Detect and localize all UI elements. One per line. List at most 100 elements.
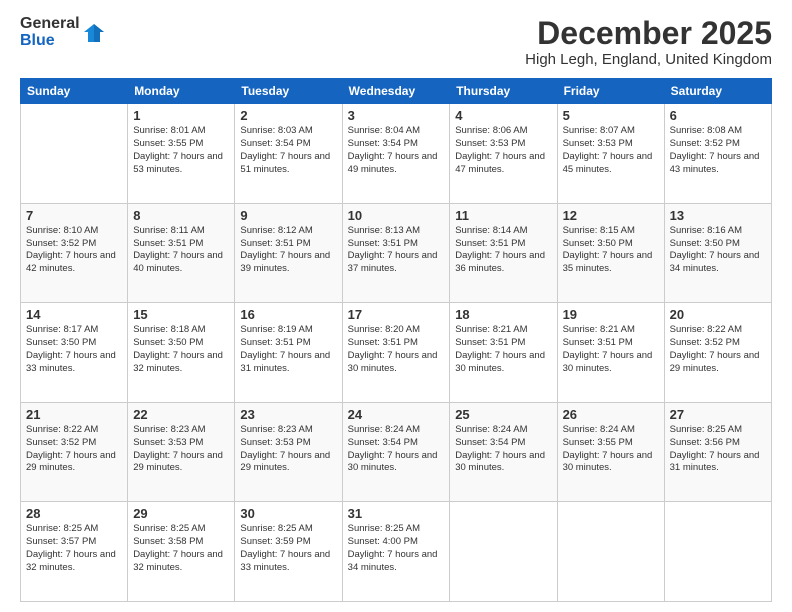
cell-info: Sunrise: 8:10 AMSunset: 3:52 PMDaylight:… — [26, 225, 116, 274]
calendar-cell: 28 Sunrise: 8:25 AMSunset: 3:57 PMDayligh… — [21, 502, 128, 602]
header-friday: Friday — [557, 79, 664, 104]
calendar-cell: 23 Sunrise: 8:23 AMSunset: 3:53 PMDayligh… — [235, 402, 342, 502]
cell-info: Sunrise: 8:06 AMSunset: 3:53 PMDaylight:… — [455, 125, 545, 174]
calendar-cell: 22 Sunrise: 8:23 AMSunset: 3:53 PMDayligh… — [128, 402, 235, 502]
cell-info: Sunrise: 8:01 AMSunset: 3:55 PMDaylight:… — [133, 125, 223, 174]
calendar-cell: 7 Sunrise: 8:10 AMSunset: 3:52 PMDaylight… — [21, 203, 128, 303]
cell-info: Sunrise: 8:08 AMSunset: 3:52 PMDaylight:… — [670, 125, 760, 174]
day-number: 11 — [455, 208, 551, 223]
day-number: 14 — [26, 307, 122, 322]
calendar-table: Sunday Monday Tuesday Wednesday Thursday… — [20, 78, 772, 602]
day-number: 30 — [240, 506, 336, 521]
calendar-cell: 3Sunrise: 8:04 AMSunset: 3:54 PMDaylight… — [342, 104, 450, 204]
day-number: 13 — [670, 208, 766, 223]
day-number: 27 — [670, 407, 766, 422]
cell-info: Sunrise: 8:20 AMSunset: 3:51 PMDaylight:… — [348, 324, 438, 373]
day-number: 18 — [455, 307, 551, 322]
logo-general: General — [20, 16, 80, 33]
calendar-cell: 18 Sunrise: 8:21 AMSunset: 3:51 PMDayligh… — [450, 303, 557, 403]
day-number: 16 — [240, 307, 336, 322]
cell-info: Sunrise: 8:07 AMSunset: 3:53 PMDaylight:… — [563, 125, 653, 174]
cell-info: Sunrise: 8:15 AMSunset: 3:50 PMDaylight:… — [563, 225, 653, 274]
calendar-cell — [557, 502, 664, 602]
day-number: 9 — [240, 208, 336, 223]
calendar-cell: 17 Sunrise: 8:20 AMSunset: 3:51 PMDayligh… — [342, 303, 450, 403]
day-number: 21 — [26, 407, 122, 422]
cell-info: Sunrise: 8:13 AMSunset: 3:51 PMDaylight:… — [348, 225, 438, 274]
cell-info: Sunrise: 8:24 AMSunset: 3:54 PMDaylight:… — [455, 424, 545, 473]
calendar-week-5: 28 Sunrise: 8:25 AMSunset: 3:57 PMDayligh… — [21, 502, 772, 602]
calendar-cell: 24 Sunrise: 8:24 AMSunset: 3:54 PMDayligh… — [342, 402, 450, 502]
calendar-cell: 19 Sunrise: 8:21 AMSunset: 3:51 PMDayligh… — [557, 303, 664, 403]
title-section: December 2025 High Legh, England, United… — [525, 16, 772, 68]
cell-info: Sunrise: 8:23 AMSunset: 3:53 PMDaylight:… — [133, 424, 223, 473]
calendar-week-1: 1 Sunrise: 8:01 AMSunset: 3:55 PMDaylight… — [21, 104, 772, 204]
day-number: 15 — [133, 307, 229, 322]
logo: General Blue — [20, 16, 106, 50]
calendar-cell: 8Sunrise: 8:11 AMSunset: 3:51 PMDaylight… — [128, 203, 235, 303]
cell-info: Sunrise: 8:24 AMSunset: 3:55 PMDaylight:… — [563, 424, 653, 473]
cell-info: Sunrise: 8:25 AMSunset: 3:58 PMDaylight:… — [133, 523, 223, 572]
day-number: 26 — [563, 407, 659, 422]
cell-info: Sunrise: 8:25 AMSunset: 3:56 PMDaylight:… — [670, 424, 760, 473]
day-number: 31 — [348, 506, 445, 521]
day-number: 4 — [455, 108, 551, 123]
calendar-cell: 13 Sunrise: 8:16 AMSunset: 3:50 PMDayligh… — [664, 203, 771, 303]
month-title: December 2025 — [525, 16, 772, 51]
day-number: 10 — [348, 208, 445, 223]
cell-info: Sunrise: 8:18 AMSunset: 3:50 PMDaylight:… — [133, 324, 223, 373]
day-number: 23 — [240, 407, 336, 422]
header-saturday: Saturday — [664, 79, 771, 104]
calendar-cell: 29Sunrise: 8:25 AMSunset: 3:58 PMDayligh… — [128, 502, 235, 602]
calendar-cell: 16 Sunrise: 8:19 AMSunset: 3:51 PMDayligh… — [235, 303, 342, 403]
cell-info: Sunrise: 8:22 AMSunset: 3:52 PMDaylight:… — [26, 424, 116, 473]
cell-info: Sunrise: 8:17 AMSunset: 3:50 PMDaylight:… — [26, 324, 116, 373]
cell-info: Sunrise: 8:22 AMSunset: 3:52 PMDaylight:… — [670, 324, 760, 373]
day-number: 1 — [133, 108, 229, 123]
header-tuesday: Tuesday — [235, 79, 342, 104]
cell-info: Sunrise: 8:19 AMSunset: 3:51 PMDaylight:… — [240, 324, 330, 373]
calendar-cell: 27 Sunrise: 8:25 AMSunset: 3:56 PMDayligh… — [664, 402, 771, 502]
calendar-cell: 12Sunrise: 8:15 AMSunset: 3:50 PMDayligh… — [557, 203, 664, 303]
calendar-cell — [21, 104, 128, 204]
logo-blue: Blue — [20, 33, 80, 50]
calendar-cell: 21 Sunrise: 8:22 AMSunset: 3:52 PMDayligh… — [21, 402, 128, 502]
day-number: 28 — [26, 506, 122, 521]
calendar-cell: 15 Sunrise: 8:18 AMSunset: 3:50 PMDayligh… — [128, 303, 235, 403]
header-sunday: Sunday — [21, 79, 128, 104]
cell-info: Sunrise: 8:21 AMSunset: 3:51 PMDaylight:… — [455, 324, 545, 373]
cell-info: Sunrise: 8:11 AMSunset: 3:51 PMDaylight:… — [133, 225, 223, 274]
calendar-week-2: 7 Sunrise: 8:10 AMSunset: 3:52 PMDaylight… — [21, 203, 772, 303]
cell-info: Sunrise: 8:16 AMSunset: 3:50 PMDaylight:… — [670, 225, 760, 274]
page: General Blue December 2025 High Legh, En… — [0, 0, 792, 612]
header-monday: Monday — [128, 79, 235, 104]
cell-info: Sunrise: 8:03 AMSunset: 3:54 PMDaylight:… — [240, 125, 330, 174]
day-number: 19 — [563, 307, 659, 322]
day-number: 5 — [563, 108, 659, 123]
calendar-week-3: 14 Sunrise: 8:17 AMSunset: 3:50 PMDayligh… — [21, 303, 772, 403]
cell-info: Sunrise: 8:21 AMSunset: 3:51 PMDaylight:… — [563, 324, 653, 373]
day-number: 3 — [348, 108, 445, 123]
day-number: 24 — [348, 407, 445, 422]
day-number: 25 — [455, 407, 551, 422]
calendar-cell: 2Sunrise: 8:03 AMSunset: 3:54 PMDaylight… — [235, 104, 342, 204]
cell-info: Sunrise: 8:24 AMSunset: 3:54 PMDaylight:… — [348, 424, 438, 473]
calendar-cell — [450, 502, 557, 602]
calendar-header-row: Sunday Monday Tuesday Wednesday Thursday… — [21, 79, 772, 104]
calendar-cell: 1 Sunrise: 8:01 AMSunset: 3:55 PMDaylight… — [128, 104, 235, 204]
cell-info: Sunrise: 8:12 AMSunset: 3:51 PMDaylight:… — [240, 225, 330, 274]
calendar-cell: 31Sunrise: 8:25 AMSunset: 4:00 PMDayligh… — [342, 502, 450, 602]
calendar-cell: 4 Sunrise: 8:06 AMSunset: 3:53 PMDaylight… — [450, 104, 557, 204]
location: High Legh, England, United Kingdom — [525, 51, 772, 68]
cell-info: Sunrise: 8:25 AMSunset: 3:57 PMDaylight:… — [26, 523, 116, 572]
day-number: 22 — [133, 407, 229, 422]
day-number: 7 — [26, 208, 122, 223]
calendar-cell: 20Sunrise: 8:22 AMSunset: 3:52 PMDayligh… — [664, 303, 771, 403]
calendar-cell — [664, 502, 771, 602]
logo-icon — [84, 22, 106, 44]
calendar-cell: 11 Sunrise: 8:14 AMSunset: 3:51 PMDayligh… — [450, 203, 557, 303]
cell-info: Sunrise: 8:14 AMSunset: 3:51 PMDaylight:… — [455, 225, 545, 274]
day-number: 17 — [348, 307, 445, 322]
cell-info: Sunrise: 8:23 AMSunset: 3:53 PMDaylight:… — [240, 424, 330, 473]
calendar-cell: 26 Sunrise: 8:24 AMSunset: 3:55 PMDayligh… — [557, 402, 664, 502]
